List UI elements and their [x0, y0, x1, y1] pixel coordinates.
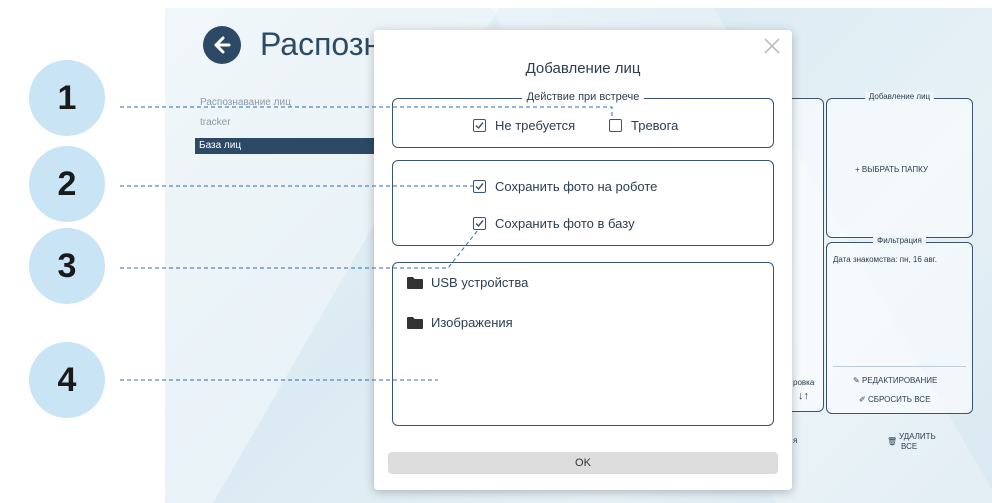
callout-1: 1: [29, 60, 105, 136]
callout-3: 3: [29, 228, 105, 304]
callout-2: 2: [29, 146, 105, 222]
callout-4: 4: [29, 342, 105, 418]
leader-lines: [120, 106, 613, 381]
